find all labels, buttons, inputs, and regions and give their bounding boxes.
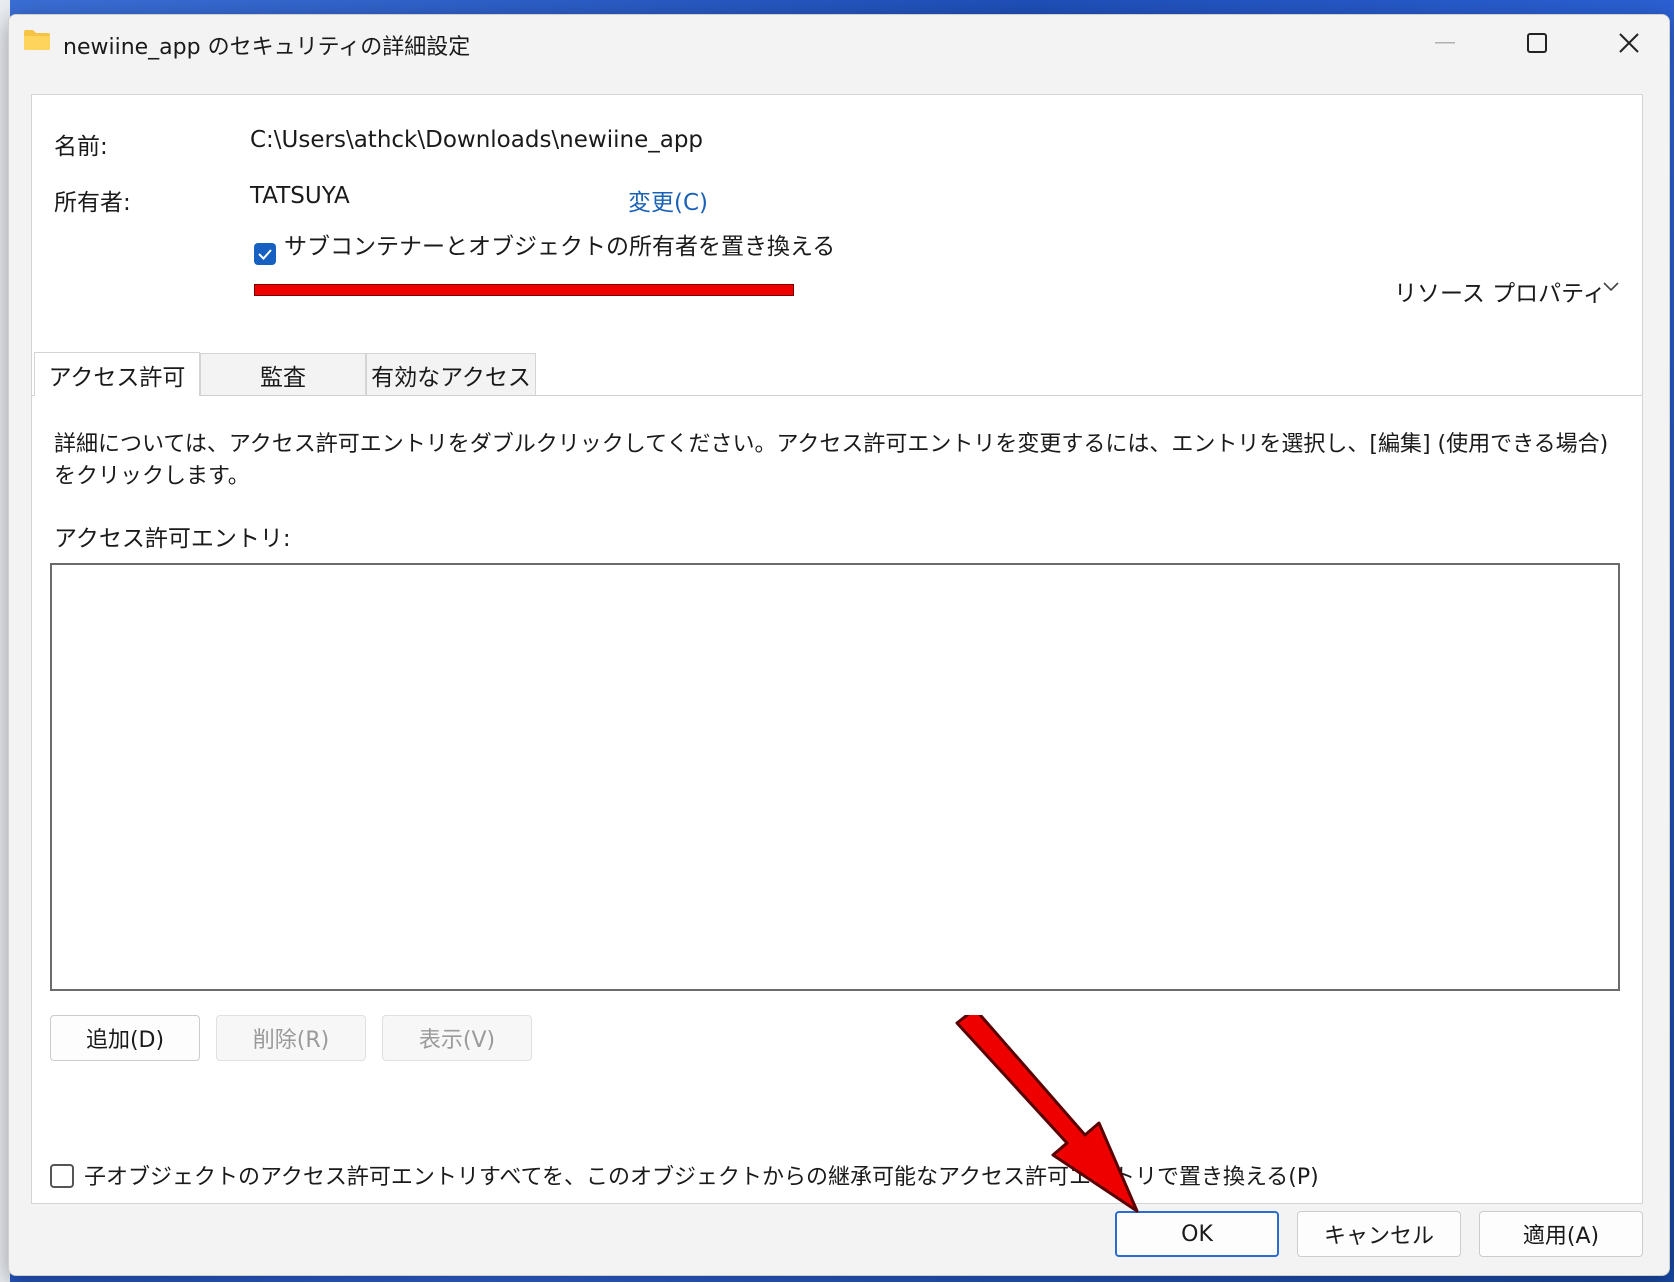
main-panel: 名前: C:\Users\athck\Downloads\newiine_app… bbox=[31, 94, 1643, 1204]
replace-owner-label[interactable]: サブコンテナーとオブジェクトの所有者を置き換える bbox=[284, 227, 835, 261]
tab-effective-access[interactable]: 有効なアクセス bbox=[366, 353, 536, 395]
tab-auditing[interactable]: 監査 bbox=[200, 353, 366, 395]
checkmark-icon bbox=[258, 249, 272, 260]
minimize-icon bbox=[1435, 42, 1455, 44]
close-button[interactable] bbox=[1583, 15, 1669, 71]
title-bar[interactable]: newiine_app のセキュリティの詳細設定 bbox=[9, 15, 1669, 71]
name-value: C:\Users\athck\Downloads\newiine_app bbox=[250, 127, 704, 153]
owner-value: TATSUYA bbox=[250, 183, 350, 209]
close-icon bbox=[1619, 33, 1639, 53]
permission-entries-list[interactable] bbox=[50, 563, 1620, 991]
cancel-button[interactable]: キャンセル bbox=[1297, 1211, 1461, 1257]
apply-button[interactable]: 適用(A) bbox=[1479, 1211, 1643, 1257]
annotation-arrow bbox=[955, 1015, 1139, 1213]
annotation-underline bbox=[254, 284, 794, 296]
change-owner-link[interactable]: 変更(C) bbox=[628, 183, 708, 217]
folder-icon bbox=[24, 30, 50, 50]
owner-label: 所有者: bbox=[54, 190, 131, 216]
advanced-security-dialog: newiine_app のセキュリティの詳細設定 名前: C:\Users\at… bbox=[8, 14, 1670, 1276]
window-title: newiine_app のセキュリティの詳細設定 bbox=[63, 35, 471, 60]
view-button[interactable]: 表示(V) bbox=[382, 1015, 532, 1061]
tab-permissions[interactable]: アクセス許可 bbox=[34, 352, 200, 396]
name-label: 名前: bbox=[54, 134, 108, 160]
remove-button[interactable]: 削除(R) bbox=[216, 1015, 366, 1061]
replace-child-permissions-checkbox[interactable] bbox=[50, 1164, 74, 1188]
maximize-button[interactable] bbox=[1491, 15, 1583, 71]
chevron-down-icon[interactable] bbox=[1602, 277, 1620, 295]
replace-owner-checkbox[interactable] bbox=[254, 243, 276, 265]
permissions-description: 詳細については、アクセス許可エントリをダブルクリックしてください。アクセス許可エ… bbox=[54, 432, 1609, 489]
permission-entries-label: アクセス許可エントリ: bbox=[54, 526, 291, 552]
tab-strip-divider bbox=[32, 395, 1642, 396]
minimize-button[interactable] bbox=[1399, 15, 1491, 71]
resource-properties-toggle[interactable]: リソース プロパティ bbox=[1394, 274, 1606, 308]
add-button[interactable]: 追加(D) bbox=[50, 1015, 200, 1061]
maximize-icon bbox=[1527, 33, 1547, 53]
